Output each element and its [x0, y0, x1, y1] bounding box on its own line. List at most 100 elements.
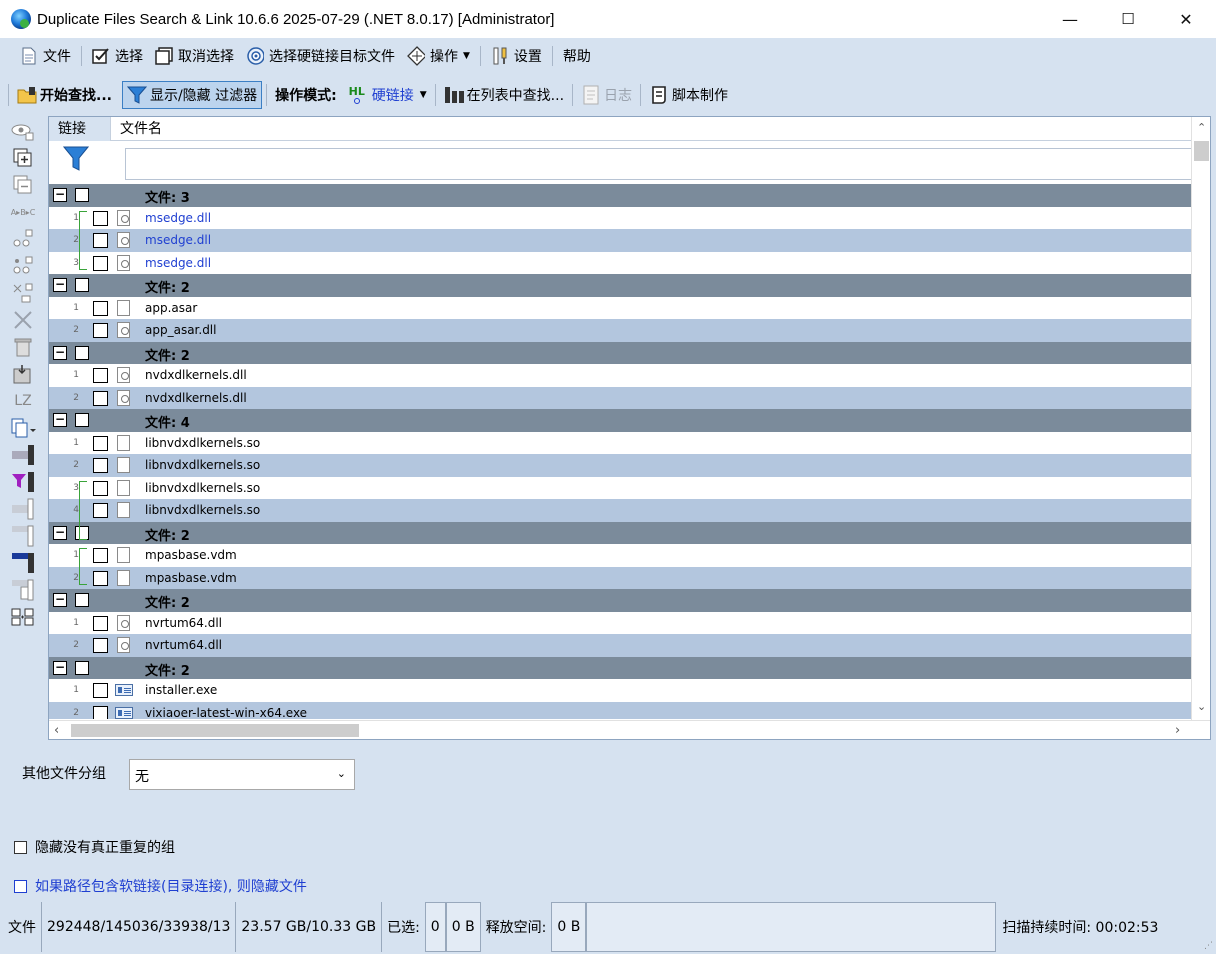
file-checkbox[interactable] — [93, 210, 108, 226]
hide-symlink-checkbox[interactable] — [14, 879, 27, 893]
file-row[interactable]: 1 installer.exe — [49, 679, 1191, 702]
resize-grip-icon[interactable]: ⋰ — [1204, 941, 1213, 951]
file-checkbox[interactable] — [93, 615, 108, 631]
eye-icon[interactable] — [6, 118, 40, 144]
group-row[interactable]: − 文件: 4 — [49, 409, 1191, 432]
group-checkbox[interactable] — [75, 278, 89, 292]
file-checkbox[interactable] — [93, 570, 108, 586]
file-row[interactable]: 1 msedge.dll — [49, 206, 1191, 229]
vertical-scroll-thumb[interactable] — [1194, 141, 1209, 161]
recycle-icon[interactable] — [6, 334, 40, 360]
file-checkbox[interactable] — [93, 683, 108, 698]
mode-dropdown[interactable]: HL 硬链接 ▼ — [341, 81, 431, 109]
menu-deselect[interactable]: 取消选择 — [149, 43, 240, 69]
file-row[interactable]: 3 libnvdxdlkernels.so — [49, 476, 1191, 499]
file-row[interactable]: 2 app_asar.dll — [49, 319, 1191, 342]
column-toggle-icon[interactable] — [6, 442, 40, 468]
scroll-up-icon[interactable]: ⌃ — [1197, 121, 1206, 134]
add-copy-icon[interactable] — [6, 145, 40, 171]
horizontal-scroll-thumb[interactable] — [71, 724, 359, 737]
group-checkbox[interactable] — [75, 188, 89, 202]
file-checkbox[interactable] — [93, 323, 108, 338]
menu-file[interactable]: 文件 — [14, 43, 77, 69]
file-row[interactable]: 1 libnvdxdlkernels.so — [49, 431, 1191, 454]
file-checkbox[interactable] — [93, 300, 108, 316]
file-checkbox[interactable] — [93, 480, 108, 496]
group-row[interactable]: − 文件: 2 — [49, 274, 1191, 297]
group-row[interactable]: − 文件: 2 — [49, 589, 1191, 612]
menu-select-hardlink-target[interactable]: 选择硬链接目标文件 — [240, 43, 401, 69]
group-checkbox[interactable] — [75, 345, 89, 360]
scroll-down-icon[interactable]: ⌄ — [1197, 700, 1206, 713]
file-row[interactable]: 1 nvrtum64.dll — [49, 611, 1191, 634]
close-button[interactable]: ✕ — [1157, 0, 1215, 38]
group-row[interactable]: − 文件: 2 — [49, 521, 1191, 544]
vertical-scrollbar[interactable]: ⌃ ⌄ — [1191, 117, 1210, 720]
column-width-icon[interactable] — [6, 496, 40, 522]
scroll-right-icon[interactable]: › — [1175, 723, 1180, 738]
menu-help[interactable]: 帮助 — [557, 43, 597, 69]
hide-no-real-dup-option[interactable]: 隐藏没有真正重复的组 — [14, 837, 175, 857]
file-row[interactable]: 3 msedge.dll — [49, 251, 1191, 274]
column-hide-icon[interactable] — [6, 523, 40, 549]
copy-dropdown-icon[interactable] — [6, 415, 40, 441]
start-search-button[interactable]: 开始查找... — [13, 81, 116, 109]
horizontal-scrollbar[interactable]: ‹ › — [49, 720, 1210, 739]
log-button[interactable]: 日志 — [577, 81, 636, 109]
script-button[interactable]: 脚本制作 — [645, 81, 732, 109]
file-row[interactable]: 2 vixiaoer-latest-win-x64.exe — [49, 701, 1191, 719]
file-row[interactable]: 1 mpasbase.vdm — [49, 544, 1191, 567]
menu-settings[interactable]: 设置 — [485, 43, 548, 69]
group-checkbox[interactable] — [75, 660, 89, 675]
file-checkbox[interactable] — [93, 548, 108, 563]
file-row[interactable]: 1 app.asar — [49, 296, 1191, 319]
compress-lz-icon[interactable]: LZ — [6, 388, 40, 414]
tree-cancel-icon[interactable] — [6, 280, 40, 306]
menu-actions[interactable]: 操作 ▼ — [401, 43, 476, 69]
hide-no-real-dup-checkbox[interactable] — [14, 840, 27, 854]
file-checkbox[interactable] — [93, 458, 108, 473]
file-row[interactable]: 1 nvdxdlkernels.dll — [49, 364, 1191, 387]
filter-input[interactable] — [125, 148, 1195, 180]
tree-select-icon[interactable] — [6, 226, 40, 252]
file-row[interactable]: 4 libnvdxdlkernels.so — [49, 499, 1191, 522]
scroll-left-icon[interactable]: ‹ — [54, 723, 59, 738]
group-checkbox[interactable] — [75, 593, 89, 607]
collapse-toggle-icon[interactable]: − — [53, 188, 67, 202]
file-checkbox[interactable] — [93, 255, 108, 271]
collapse-toggle-icon[interactable]: − — [53, 660, 67, 675]
show-hide-filter-button[interactable]: 显示/隐藏 过滤器 — [121, 81, 263, 109]
column-show-icon[interactable] — [6, 550, 40, 576]
filter-icon[interactable] — [62, 145, 90, 177]
delete-icon[interactable] — [6, 307, 40, 333]
tree-deselect-icon[interactable] — [6, 253, 40, 279]
column-header-link[interactable]: 链接 — [49, 117, 111, 141]
layout-arrange-icon[interactable] — [6, 604, 40, 630]
file-checkbox[interactable] — [93, 638, 108, 653]
collapse-toggle-icon[interactable]: − — [53, 593, 67, 607]
find-in-list-button[interactable]: 在列表中查找... — [440, 81, 568, 109]
hide-symlink-option[interactable]: 如果路径包含软链接(目录连接), 则隐藏文件 — [14, 876, 307, 896]
file-row[interactable]: 2 nvrtum64.dll — [49, 634, 1191, 657]
group-row[interactable]: − 文件: 2 — [49, 656, 1191, 679]
file-checkbox[interactable] — [93, 705, 108, 719]
file-row[interactable]: 2 libnvdxdlkernels.so — [49, 454, 1191, 477]
remove-copy-icon[interactable] — [6, 172, 40, 198]
file-checkbox[interactable] — [93, 368, 108, 383]
other-group-select[interactable]: 无 ⌄ — [129, 759, 355, 790]
file-checkbox[interactable] — [93, 435, 108, 451]
abc-icon[interactable]: A▸B▸C — [6, 199, 40, 225]
collapse-toggle-icon[interactable]: − — [53, 345, 67, 360]
collapse-toggle-icon[interactable]: − — [53, 278, 67, 292]
column-reset-icon[interactable] — [6, 577, 40, 603]
collapse-toggle-icon[interactable]: − — [53, 525, 67, 540]
file-row[interactable]: 2 msedge.dll — [49, 229, 1191, 252]
move-icon[interactable] — [6, 361, 40, 387]
file-checkbox[interactable] — [93, 233, 108, 248]
file-checkbox[interactable] — [93, 390, 108, 406]
group-checkbox[interactable] — [75, 413, 89, 427]
menu-select[interactable]: 选择 — [86, 43, 149, 69]
file-checkbox[interactable] — [93, 503, 108, 518]
filter-column-icon[interactable] — [6, 469, 40, 495]
minimize-button[interactable]: — — [1041, 0, 1099, 38]
